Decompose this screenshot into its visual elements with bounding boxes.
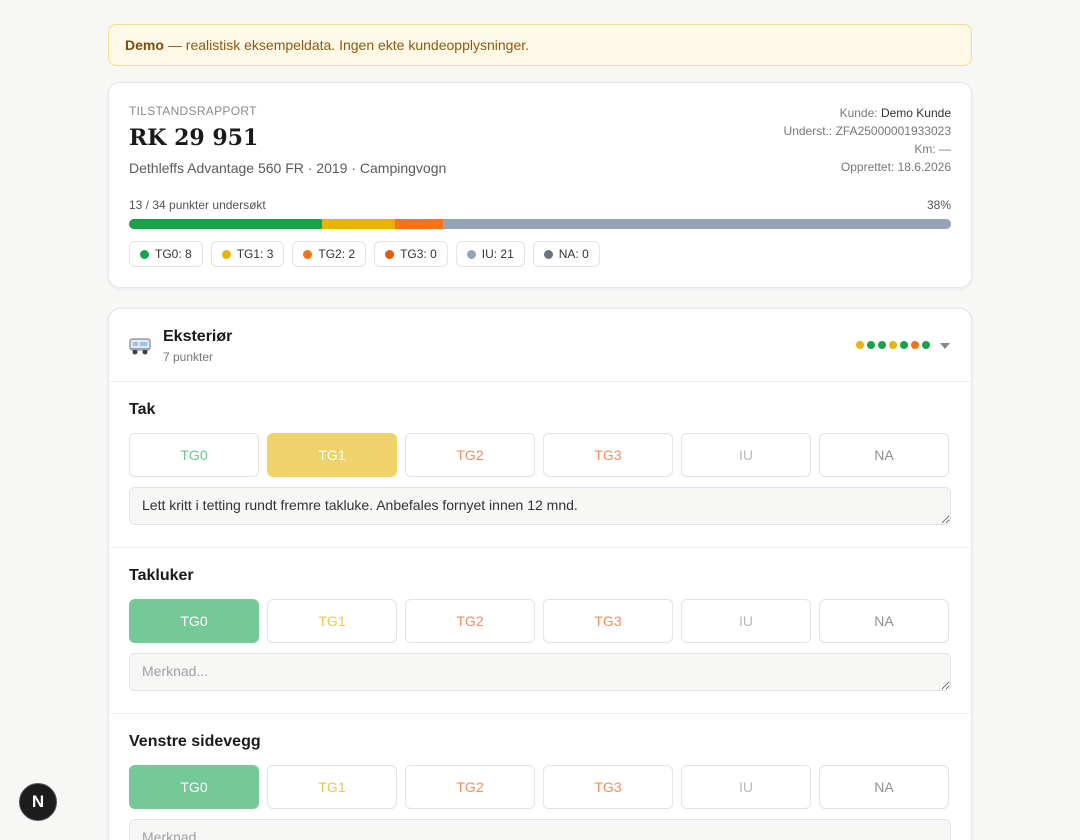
grade-count-chip: TG3: 0	[374, 241, 448, 267]
progress-percent: 38%	[926, 198, 951, 212]
grade-button-tg1[interactable]: TG1	[267, 599, 397, 643]
section-subtitle: 7 punkter	[163, 350, 214, 364]
grade-button-tg3[interactable]: TG3	[543, 765, 673, 809]
grade-button-na[interactable]: NA	[819, 599, 949, 643]
customer-label: Kunde:	[839, 106, 878, 120]
progress-bar	[129, 219, 951, 229]
grade-count-label: NA: 0	[558, 247, 589, 261]
section-exterior: Eksteriør 7 punkter Tak TG0 TG1 TG2 TG3 IU NA L…	[108, 308, 972, 840]
grade-count-label: TG1: 3	[236, 247, 274, 261]
demo-banner-label: Demo	[125, 37, 164, 53]
inspection-label: Underst.:	[783, 124, 833, 138]
customer-value: Demo Kunde	[880, 106, 951, 120]
progress-label: 13 / 34 punkter undersøkt	[129, 198, 266, 212]
vehicle-description: Dethleffs Advantage 560 FR · 2019 · Camp…	[129, 160, 447, 176]
note-field[interactable]	[129, 819, 951, 840]
grade-selector: TG0 TG1 TG2 TG3 IU NA	[129, 765, 949, 809]
created-value: 18.6.2026	[897, 160, 951, 174]
status-dot-icon	[303, 249, 313, 259]
inspection-item: Takluker TG0 TG1 TG2 TG3 IU NA	[109, 548, 971, 714]
grade-button-tg2[interactable]: TG2	[405, 765, 535, 809]
item-status-dot	[856, 341, 864, 349]
note-field[interactable]: Lett kritt i tetting rundt fremre takluk…	[129, 487, 951, 525]
grade-count-chip: TG0: 8	[129, 241, 203, 267]
item-status-dot	[867, 341, 875, 349]
grade-button-tg2[interactable]: TG2	[405, 433, 535, 477]
report-kicker: TILSTANDSRAPPORT	[129, 104, 257, 118]
section-title: Eksteriør	[163, 328, 233, 345]
status-dot-icon	[466, 249, 476, 259]
grade-selector: TG0 TG1 TG2 TG3 IU NA	[129, 599, 949, 643]
status-dot-icon	[385, 249, 395, 259]
grade-button-na[interactable]: NA	[819, 765, 949, 809]
grade-count-chip: TG1: 3	[210, 241, 285, 267]
inspection-items: Tak TG0 TG1 TG2 TG3 IU NA Lett kritt i tetting …	[109, 382, 971, 840]
next-dev-indicator[interactable]: N	[19, 783, 57, 821]
inspection-item-name: Venstre sidevegg	[129, 733, 261, 750]
status-dot-icon	[543, 249, 553, 259]
grade-count-chip: NA: 0	[532, 241, 600, 267]
item-status-dot	[911, 341, 919, 349]
grade-button-tg0[interactable]: TG0	[129, 599, 259, 643]
created-label: Opprettet:	[840, 160, 895, 174]
grade-count-chips: TG0: 8 TG1: 3 TG2: 2 TG3: 0 IU: 21 NA: 0	[129, 241, 600, 267]
grade-button-na[interactable]: NA	[819, 433, 949, 477]
grade-count-label: TG3: 0	[400, 247, 437, 261]
section-status-dots	[856, 341, 930, 349]
grade-button-tg1[interactable]: TG1	[267, 765, 397, 809]
grade-button-tg0[interactable]: TG0	[129, 765, 259, 809]
grade-button-tg2[interactable]: TG2	[405, 599, 535, 643]
inspection-item-name: Takluker	[129, 567, 194, 584]
status-dot-icon	[221, 249, 231, 259]
item-status-dot	[900, 341, 908, 349]
grade-button-tg3[interactable]: TG3	[543, 599, 673, 643]
section-header[interactable]: Eksteriør 7 punkter	[109, 309, 971, 382]
inspection-item: Venstre sidevegg TG0 TG1 TG2 TG3 IU NA	[109, 714, 971, 840]
caravan-icon	[129, 338, 151, 355]
registration-plate: RK 29 951	[129, 125, 259, 151]
grade-count-label: IU: 21	[481, 247, 514, 261]
progress-segment-tg2	[394, 219, 444, 229]
inspection-value: ZFA25000001933023	[835, 124, 951, 138]
report-summary-card: TILSTANDSRAPPORT RK 29 951 Dethleffs Adv…	[108, 82, 972, 288]
item-status-dot	[889, 341, 897, 349]
grade-selector: TG0 TG1 TG2 TG3 IU NA	[129, 433, 949, 477]
grade-button-tg3[interactable]: TG3	[543, 433, 673, 477]
grade-button-iu[interactable]: IU	[681, 765, 811, 809]
demo-banner: Demo — realistisk eksempeldata. Ingen ek…	[108, 24, 972, 66]
item-status-dot	[922, 341, 930, 349]
note-field[interactable]	[129, 653, 951, 691]
grade-button-tg0[interactable]: TG0	[129, 433, 259, 477]
grade-button-iu[interactable]: IU	[681, 599, 811, 643]
grade-button-iu[interactable]: IU	[681, 433, 811, 477]
progress-segment-tg1	[322, 219, 395, 229]
km-value: —	[939, 142, 951, 156]
grade-count-chip: IU: 21	[455, 241, 525, 267]
item-status-dot	[878, 341, 886, 349]
grade-count-chip: TG2: 2	[292, 241, 367, 267]
status-dot-icon	[140, 249, 149, 259]
inspection-item-name: Tak	[129, 401, 156, 418]
progress-segment-iu	[443, 219, 951, 229]
grade-count-label: TG0: 8	[155, 247, 192, 261]
inspection-item: Tak TG0 TG1 TG2 TG3 IU NA Lett kritt i tetting …	[109, 382, 971, 548]
progress-segment-tg0	[129, 219, 323, 229]
grade-button-tg1[interactable]: TG1	[267, 433, 397, 477]
chevron-down-icon[interactable]	[940, 343, 950, 349]
grade-count-label: TG2: 2	[318, 247, 356, 261]
km-label: Km:	[914, 142, 936, 156]
report-meta: Kunde: Demo Kunde Underst.: ZFA250000019…	[784, 104, 951, 176]
demo-banner-text: — realistisk eksempeldata. Ingen ekte ku…	[167, 37, 530, 53]
